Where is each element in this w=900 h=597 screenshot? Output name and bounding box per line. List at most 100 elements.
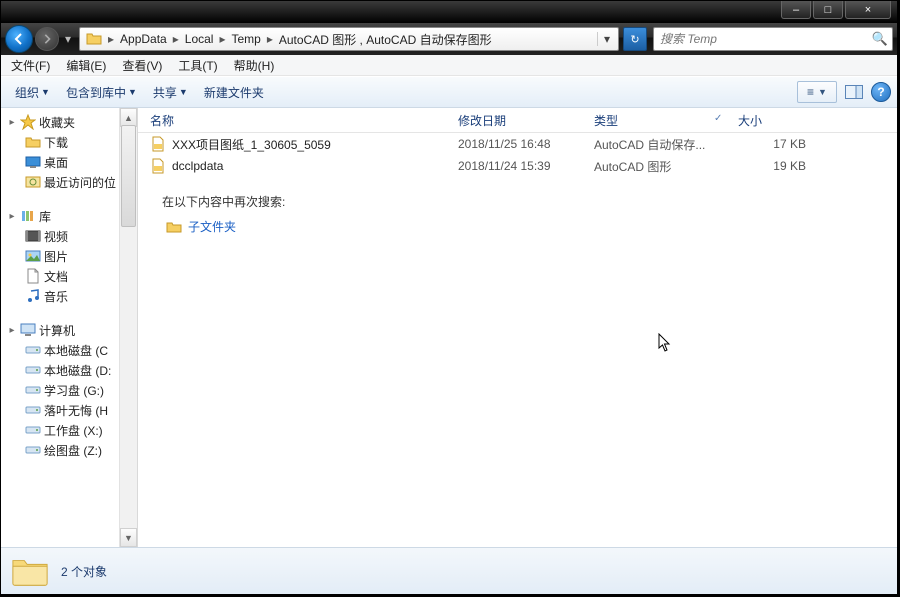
breadcrumb-bar[interactable]: ▸ AppData ▸ Local ▸ Temp ▸ AutoCAD 图形 , … bbox=[79, 27, 619, 51]
chevron-right-icon[interactable]: ▸ bbox=[265, 32, 275, 46]
picture-icon bbox=[25, 248, 41, 264]
search-again-label: 在以下内容中再次搜索: bbox=[162, 193, 873, 210]
help-button[interactable]: ? bbox=[871, 82, 891, 102]
drive-icon bbox=[25, 402, 41, 418]
tree-drive-c[interactable]: 本地磁盘 (C bbox=[1, 340, 137, 360]
tree-label: 本地磁盘 (C bbox=[44, 342, 108, 359]
minimize-button[interactable]: – bbox=[781, 1, 811, 19]
tree-recent[interactable]: 最近访问的位 bbox=[1, 172, 137, 192]
folder-icon bbox=[166, 219, 182, 235]
scroll-thumb[interactable] bbox=[121, 125, 136, 227]
drive-icon bbox=[25, 342, 41, 358]
nav-history-dropdown[interactable]: ▾ bbox=[61, 28, 75, 50]
menu-view[interactable]: 查看(V) bbox=[116, 56, 168, 75]
breadcrumb-dropdown[interactable]: ▾ bbox=[597, 32, 616, 46]
tree-label: 工作盘 (X:) bbox=[44, 422, 103, 439]
navigation-pane: ▸ 收藏夹 下载 桌面 最近访问的位 bbox=[1, 108, 138, 547]
sidebar-scrollbar[interactable]: ▲ ▼ bbox=[119, 108, 137, 547]
tree-label: 落叶无悔 (H bbox=[44, 402, 108, 419]
tree-label: 桌面 bbox=[44, 154, 68, 171]
expand-arrow-icon[interactable]: ▸ bbox=[7, 117, 17, 128]
tree-downloads[interactable]: 下载 bbox=[1, 132, 137, 152]
organize-button[interactable]: 组织▼ bbox=[7, 82, 58, 103]
tree-favorites[interactable]: ▸ 收藏夹 bbox=[1, 112, 137, 132]
file-size: 19 KB bbox=[726, 159, 818, 173]
computer-icon bbox=[20, 322, 36, 338]
menu-tools[interactable]: 工具(T) bbox=[172, 56, 223, 75]
tree-music[interactable]: 音乐 bbox=[1, 286, 137, 306]
tree-drive-h[interactable]: 落叶无悔 (H bbox=[1, 400, 137, 420]
maximize-button[interactable]: □ bbox=[813, 1, 843, 19]
file-list-pane: 名称 修改日期 类型 ✓ 大小 XXX项目图纸_1_30605_5059 201… bbox=[138, 108, 897, 547]
menu-help[interactable]: 帮助(H) bbox=[228, 56, 281, 75]
search-box[interactable]: 🔍 bbox=[653, 27, 893, 51]
tree-desktop[interactable]: 桌面 bbox=[1, 152, 137, 172]
breadcrumb-segment[interactable]: Temp bbox=[227, 32, 264, 46]
subfolders-label: 子文件夹 bbox=[188, 218, 236, 235]
file-name: dcclpdata bbox=[172, 159, 223, 173]
file-row[interactable]: dcclpdata 2018/11/24 15:39 AutoCAD 图形 19… bbox=[138, 155, 897, 177]
drive-icon bbox=[25, 442, 41, 458]
folder-icon bbox=[85, 30, 103, 48]
navigation-bar: ▾ ▸ AppData ▸ Local ▸ Temp ▸ AutoCAD 图形 … bbox=[1, 23, 897, 55]
tree-pictures[interactable]: 图片 bbox=[1, 246, 137, 266]
drive-icon bbox=[25, 382, 41, 398]
column-size[interactable]: ✓ 大小 bbox=[726, 108, 818, 132]
preview-pane-button[interactable] bbox=[843, 82, 865, 102]
refresh-button[interactable]: ↻ bbox=[623, 27, 647, 51]
file-size: 17 KB bbox=[726, 137, 818, 151]
breadcrumb-segment[interactable]: AppData bbox=[116, 32, 171, 46]
tree-drive-d[interactable]: 本地磁盘 (D: bbox=[1, 360, 137, 380]
chevron-right-icon[interactable]: ▸ bbox=[106, 32, 116, 46]
tree-documents[interactable]: 文档 bbox=[1, 266, 137, 286]
search-subfolders-link[interactable]: 子文件夹 bbox=[166, 218, 869, 235]
nav-back-button[interactable] bbox=[5, 25, 33, 53]
breadcrumb-segment[interactable]: AutoCAD 图形 , AutoCAD 自动保存图形 bbox=[275, 31, 496, 48]
include-library-button[interactable]: 包含到库中▼ bbox=[58, 82, 145, 103]
search-icon[interactable]: 🔍 bbox=[872, 31, 888, 47]
dwg-file-icon bbox=[150, 158, 166, 174]
folder-large-icon bbox=[11, 554, 49, 588]
library-icon bbox=[20, 208, 36, 224]
expand-arrow-icon[interactable]: ▸ bbox=[7, 211, 17, 222]
new-folder-button[interactable]: 新建文件夹 bbox=[196, 82, 272, 103]
scroll-down-icon[interactable]: ▼ bbox=[120, 528, 137, 547]
close-button[interactable]: × bbox=[845, 1, 891, 19]
tree-drive-g[interactable]: 学习盘 (G:) bbox=[1, 380, 137, 400]
nav-forward-button[interactable] bbox=[35, 27, 59, 51]
title-bar: – □ × bbox=[1, 1, 897, 23]
column-name[interactable]: 名称 bbox=[138, 108, 446, 132]
menu-edit[interactable]: 编辑(E) bbox=[60, 56, 112, 75]
file-row[interactable]: XXX项目图纸_1_30605_5059 2018/11/25 16:48 Au… bbox=[138, 133, 897, 155]
tree-label: 图片 bbox=[44, 248, 68, 265]
view-mode-button[interactable]: ≡▼ bbox=[797, 81, 837, 103]
search-input[interactable] bbox=[658, 31, 872, 47]
status-bar: 2 个对象 bbox=[1, 547, 897, 594]
chevron-right-icon[interactable]: ▸ bbox=[217, 32, 227, 46]
tree-drive-x[interactable]: 工作盘 (X:) bbox=[1, 420, 137, 440]
list-icon: ≡ bbox=[807, 85, 814, 99]
tree-label: 音乐 bbox=[44, 288, 68, 305]
column-date[interactable]: 修改日期 bbox=[446, 108, 582, 132]
recent-icon bbox=[25, 174, 41, 190]
breadcrumb-segment[interactable]: Local bbox=[181, 32, 218, 46]
tree-libraries[interactable]: ▸ 库 bbox=[1, 206, 137, 226]
file-type: AutoCAD 自动保存... bbox=[582, 136, 726, 153]
column-type[interactable]: 类型 bbox=[582, 108, 726, 132]
share-button[interactable]: 共享▼ bbox=[145, 82, 196, 103]
menu-file[interactable]: 文件(F) bbox=[5, 56, 56, 75]
music-icon bbox=[25, 288, 41, 304]
tree-label: 视频 bbox=[44, 228, 68, 245]
tree-label: 收藏夹 bbox=[39, 114, 75, 131]
tree-drive-z[interactable]: 绘图盘 (Z:) bbox=[1, 440, 137, 460]
tree-computer[interactable]: ▸ 计算机 bbox=[1, 320, 137, 340]
chevron-right-icon[interactable]: ▸ bbox=[171, 32, 181, 46]
expand-arrow-icon[interactable]: ▸ bbox=[7, 325, 17, 336]
tree-label: 库 bbox=[39, 208, 51, 225]
tree-videos[interactable]: 视频 bbox=[1, 226, 137, 246]
menu-bar: 文件(F) 编辑(E) 查看(V) 工具(T) 帮助(H) bbox=[1, 55, 897, 76]
tree-label: 绘图盘 (Z:) bbox=[44, 442, 102, 459]
tree-label: 下载 bbox=[44, 134, 68, 151]
folder-icon bbox=[25, 134, 41, 150]
tree-label: 计算机 bbox=[39, 322, 75, 339]
